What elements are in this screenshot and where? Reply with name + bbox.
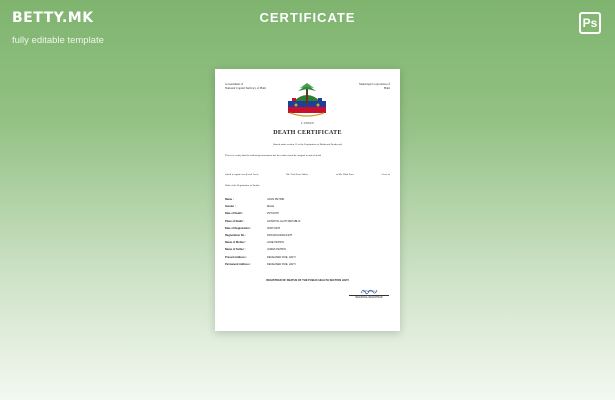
registration-row: Haiti of the Registration of Deaths (225, 184, 260, 187)
field-row: Present Address : DECEASED RUE, HAITI (225, 255, 296, 259)
field-row: Name of Mother : JANE PETRIN (225, 241, 284, 245)
field-row: Date of Registration :30/07/1978 (225, 226, 280, 230)
certify-statement: This is to certify that the following in… (225, 154, 321, 157)
field-row: Name : JOHN PETRIN (225, 198, 285, 202)
certificate-title: DEATH CERTIFICATE (273, 130, 342, 136)
motto: L'UNION (301, 122, 314, 125)
field-row: Gender : MALE (225, 205, 275, 209)
signature-label: REGIONAL REGISTRAR (355, 296, 383, 299)
certificate-intro: (Issued under section 12 of the Registra… (272, 143, 343, 146)
certificate-fields: Name : JOHN PETRIN Gender : MALE Date of D… (225, 196, 301, 268)
photoshop-icon: Ps (579, 12, 601, 34)
local-area-row: which is register for (Local Area) Ms. T… (225, 173, 390, 176)
field-row: Registration No : D/001/001/0001/1978 (225, 234, 292, 238)
page-title: CERTIFICATE (259, 10, 356, 25)
field-row: Date of Death :25/7/1978 (225, 212, 279, 216)
signature-icon: J.Zulinio (360, 289, 378, 295)
field-row: Place of Death : HOSPITAL HAITI REPUBLIC (225, 219, 301, 223)
field-row: Permanent Address : DECEASED RUE, HAITI (225, 262, 296, 266)
brand-tagline: fully editable template (12, 35, 104, 46)
registrar-line: REGISTRAR OF DEATHS OF THE PUBLIC HEALTH… (266, 279, 349, 282)
left-header: Government of National Capital Territory… (225, 82, 267, 90)
certificate-document: Government of National Capital Territory… (215, 69, 400, 331)
right-header: Municipal Corporation of Haiti (359, 82, 390, 90)
field-row: Name of Father : JAMES PETRIN (225, 248, 286, 252)
signature-text: J.Zulinio (362, 289, 376, 293)
coat-of-arms-icon (288, 83, 326, 117)
